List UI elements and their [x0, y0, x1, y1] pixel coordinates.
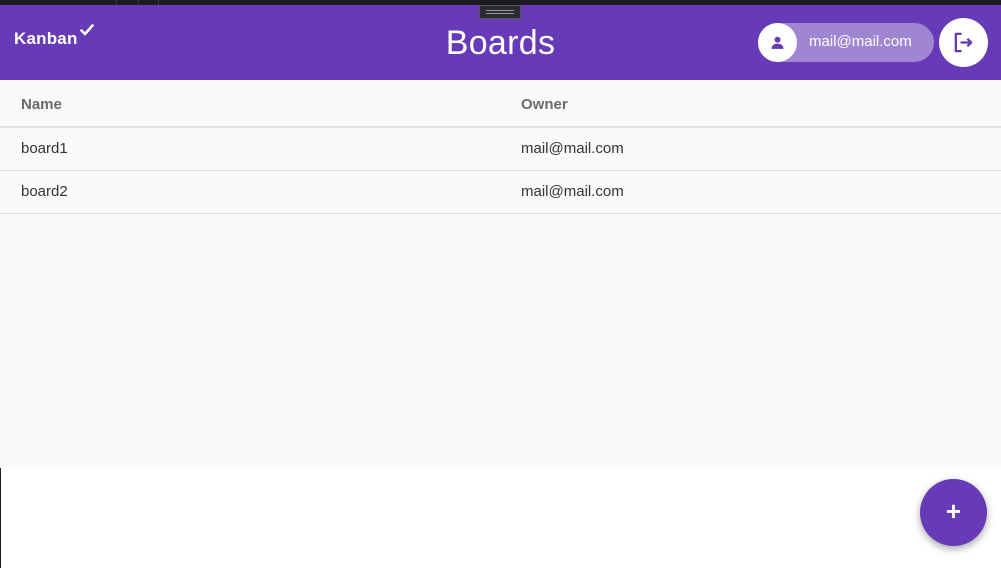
- user-account-chip[interactable]: mail@mail.com: [758, 23, 934, 62]
- board-owner: mail@mail.com: [521, 183, 624, 200]
- plus-icon: +: [945, 496, 962, 526]
- avatar: [758, 23, 797, 62]
- window-drag-handle[interactable]: [479, 5, 521, 19]
- column-header-owner[interactable]: Owner: [521, 96, 568, 113]
- add-board-button[interactable]: +: [920, 479, 987, 546]
- table-header-row: Name Owner: [0, 80, 1001, 128]
- table-row[interactable]: board2 mail@mail.com: [0, 171, 1001, 214]
- boards-table: Name Owner board1 mail@mail.com board2 m…: [0, 80, 1001, 214]
- board-owner: mail@mail.com: [521, 140, 624, 157]
- logout-button[interactable]: [939, 18, 988, 67]
- board-name: board2: [21, 183, 68, 200]
- table-row[interactable]: board1 mail@mail.com: [0, 128, 1001, 171]
- logout-icon: [954, 32, 973, 53]
- board-name: board1: [21, 140, 68, 157]
- user-email: mail@mail.com: [809, 33, 912, 50]
- grip-line: [486, 10, 514, 11]
- window-left-edge: [0, 468, 1, 568]
- grip-line: [486, 13, 514, 14]
- boards-panel: Name Owner board1 mail@mail.com board2 m…: [0, 80, 1001, 468]
- person-icon: [771, 36, 784, 49]
- column-header-name[interactable]: Name: [21, 96, 62, 113]
